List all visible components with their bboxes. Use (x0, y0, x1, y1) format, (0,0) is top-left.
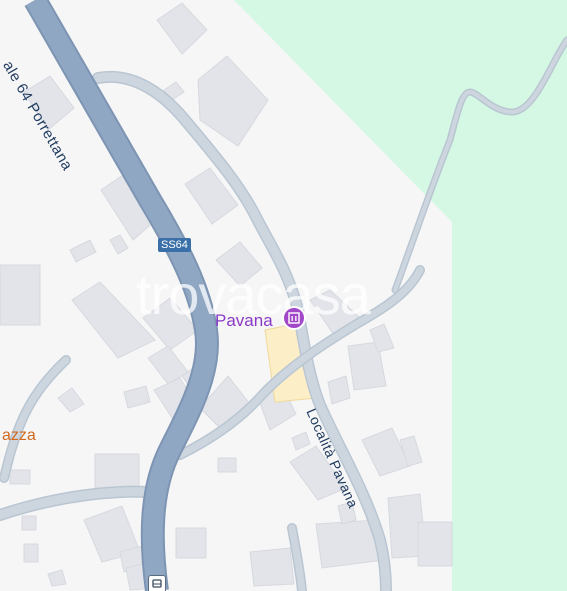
bus-glyph (152, 579, 162, 588)
poi-label[interactable]: Pavana (215, 311, 273, 331)
place-label-fragment[interactable]: azza (2, 427, 36, 445)
highway-shield: SS64 (158, 238, 191, 252)
bus-stop-icon[interactable] (148, 575, 166, 591)
museum-glyph (288, 312, 300, 324)
map-canvas[interactable]: trovacasa ale 64 Porrettana SS64 Pavana … (0, 0, 567, 591)
museum-icon[interactable] (282, 306, 306, 330)
